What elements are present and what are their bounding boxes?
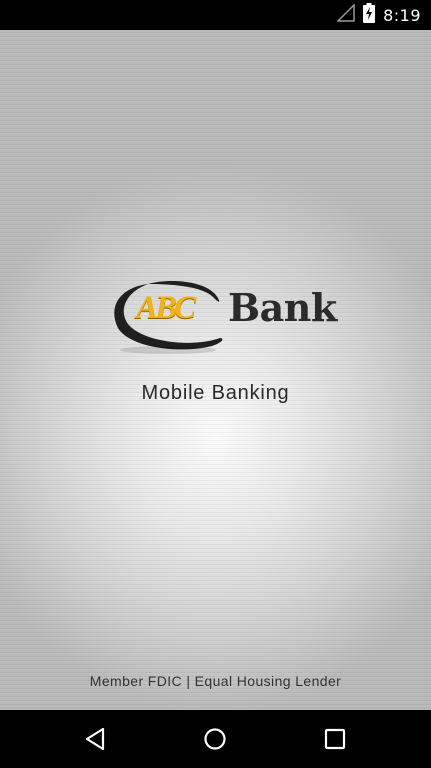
recents-icon[interactable] [320,724,350,754]
app-subtitle: Mobile Banking [141,382,290,404]
abc-bank-logo: ABC Bank [108,276,340,360]
status-bar: 8:19 [0,0,431,30]
signal-icon [336,2,355,27]
status-icons: 8:19 [336,0,421,30]
battery-charging-icon [363,2,376,28]
logo-bank-text: Bank [228,285,337,330]
status-time: 8:19 [383,5,421,25]
back-icon[interactable] [81,724,111,754]
logo-abc-text: ABC [136,290,196,326]
navigation-bar [0,710,431,768]
splash-screen: 8:19 ABC Bank Mobile Banking Member FDIC… [0,0,431,768]
legal-footer: Member FDIC | Equal Housing Lender [89,673,342,689]
splash-background: ABC Bank Mobile Banking Member FDIC | Eq… [0,30,431,710]
home-icon[interactable] [200,724,230,754]
